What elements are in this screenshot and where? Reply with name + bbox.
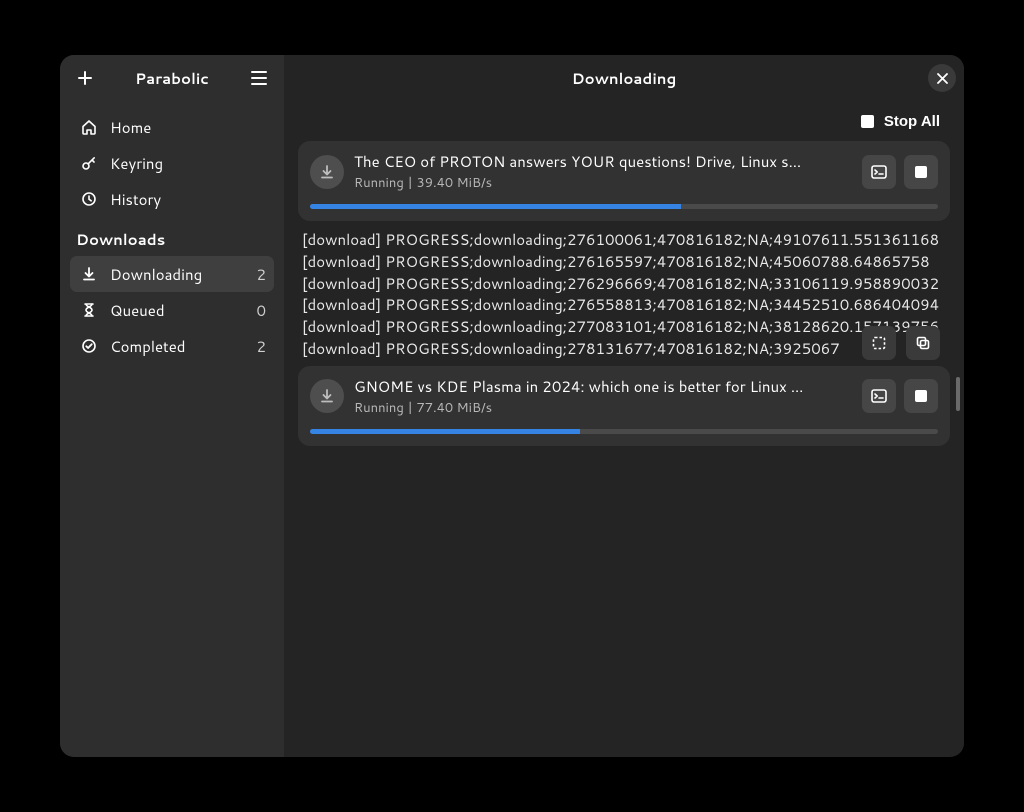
nav-keyring[interactable]: Keyring bbox=[70, 145, 274, 181]
log-output[interactable]: [download] PROGRESS;downloading;27610006… bbox=[298, 223, 950, 366]
download-log: [download] PROGRESS;downloading;27610006… bbox=[298, 223, 950, 366]
home-icon bbox=[78, 119, 100, 135]
copy-button[interactable] bbox=[906, 326, 940, 360]
nav-home[interactable]: Home bbox=[70, 109, 274, 145]
stop-download-button[interactable] bbox=[904, 379, 938, 413]
nav-keyring-label: Keyring bbox=[110, 153, 266, 174]
select-all-icon bbox=[871, 335, 887, 351]
download-title: The CEO of PROTON answers YOUR questions… bbox=[354, 151, 852, 172]
sidebar-header: Parabolic bbox=[60, 55, 284, 101]
toolbar: Stop All bbox=[284, 101, 964, 141]
main-header: Downloading bbox=[284, 55, 964, 101]
stop-all-label: Stop All bbox=[884, 113, 940, 130]
app-window: Parabolic Home Keyring bbox=[60, 55, 964, 757]
nav-completed[interactable]: Completed 2 bbox=[70, 328, 274, 364]
progress-fill bbox=[310, 429, 580, 434]
nav-queued[interactable]: Queued 0 bbox=[70, 292, 274, 328]
nav-queued-count: 0 bbox=[256, 300, 266, 321]
nav-downloading[interactable]: Downloading 2 bbox=[70, 256, 274, 292]
history-icon bbox=[78, 191, 100, 207]
nav-completed-count: 2 bbox=[256, 336, 266, 357]
key-icon bbox=[78, 155, 100, 171]
download-badge-icon bbox=[310, 155, 344, 189]
close-icon bbox=[937, 73, 948, 84]
scrollbar[interactable] bbox=[956, 377, 960, 411]
select-all-button[interactable] bbox=[862, 326, 896, 360]
download-card: GNOME vs KDE Plasma in 2024: which one i… bbox=[298, 366, 950, 446]
terminal-icon bbox=[871, 389, 887, 403]
nav-history[interactable]: History bbox=[70, 181, 274, 217]
stop-icon bbox=[915, 166, 927, 178]
download-card: The CEO of PROTON answers YOUR questions… bbox=[298, 141, 950, 221]
app-title: Parabolic bbox=[102, 68, 242, 89]
stop-icon bbox=[861, 115, 874, 128]
page-title: Downloading bbox=[284, 68, 964, 89]
download-icon bbox=[78, 266, 100, 282]
stop-icon bbox=[915, 390, 927, 402]
add-button[interactable] bbox=[68, 61, 102, 95]
show-log-button[interactable] bbox=[862, 155, 896, 189]
downloads-list: The CEO of PROTON answers YOUR questions… bbox=[284, 141, 964, 757]
nav-downloading-label: Downloading bbox=[110, 264, 256, 285]
download-status: Running | 77.40 MiB/s bbox=[354, 399, 852, 417]
terminal-icon bbox=[871, 165, 887, 179]
sidebar-section-label: Downloads bbox=[70, 217, 274, 256]
progress-bar bbox=[310, 204, 938, 209]
nav-completed-label: Completed bbox=[110, 336, 256, 357]
download-title: GNOME vs KDE Plasma in 2024: which one i… bbox=[354, 376, 852, 397]
stop-all-button[interactable]: Stop All bbox=[851, 107, 950, 136]
sidebar: Parabolic Home Keyring bbox=[60, 55, 284, 757]
hourglass-icon bbox=[78, 302, 100, 318]
progress-fill bbox=[310, 204, 681, 209]
progress-bar bbox=[310, 429, 938, 434]
nav-downloading-count: 2 bbox=[256, 264, 266, 285]
stop-download-button[interactable] bbox=[904, 155, 938, 189]
show-log-button[interactable] bbox=[862, 379, 896, 413]
menu-button[interactable] bbox=[242, 61, 276, 95]
copy-icon bbox=[915, 335, 931, 351]
sidebar-top: Home Keyring History Downloads Download bbox=[60, 101, 284, 364]
check-circle-icon bbox=[78, 338, 100, 354]
close-button[interactable] bbox=[928, 64, 956, 92]
download-badge-icon bbox=[310, 379, 344, 413]
nav-home-label: Home bbox=[110, 117, 266, 138]
main-pane: Downloading Stop All The CEO of PROTON a… bbox=[284, 55, 964, 757]
nav-queued-label: Queued bbox=[110, 300, 256, 321]
download-status: Running | 39.40 MiB/s bbox=[354, 174, 852, 192]
plus-icon bbox=[77, 70, 93, 86]
hamburger-icon bbox=[251, 71, 267, 85]
nav-history-label: History bbox=[110, 189, 266, 210]
